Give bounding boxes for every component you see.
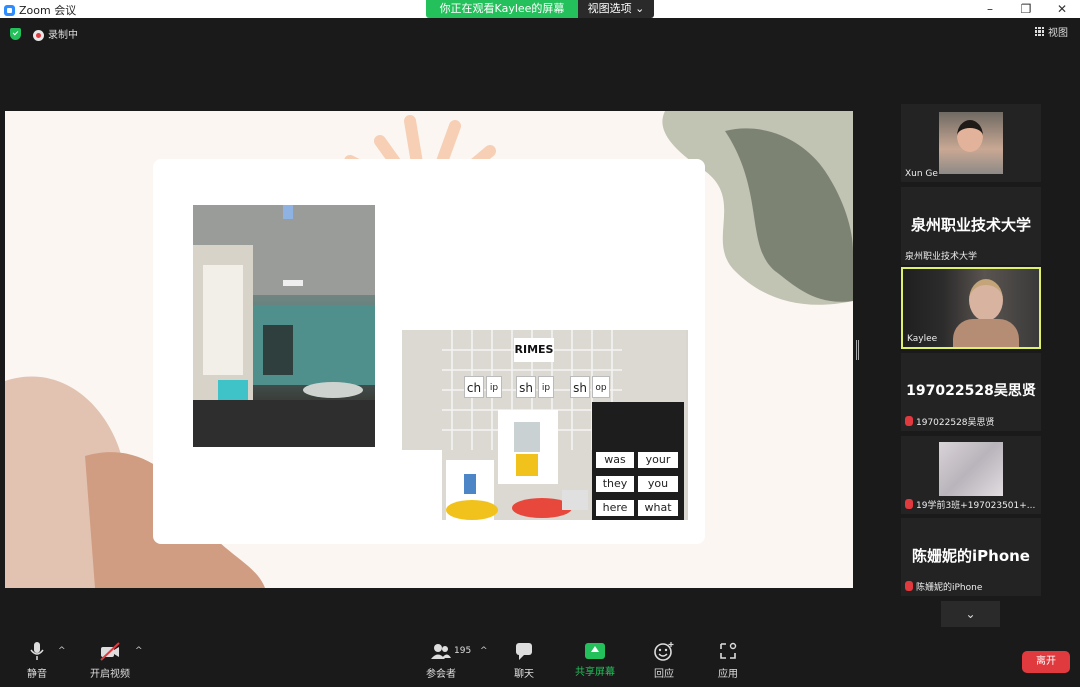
- chat-button[interactable]: 聊天: [512, 640, 536, 680]
- view-button[interactable]: 视图: [1035, 24, 1068, 39]
- participant-display-name: 陈姗妮的iPhone: [912, 547, 1030, 565]
- sight-word-card: your: [638, 452, 678, 468]
- maximize-button[interactable]: ❐: [1008, 0, 1044, 18]
- participant-tile[interactable]: 泉州职业技术大学 泉州职业技术大学: [901, 187, 1041, 265]
- chat-icon: [516, 643, 532, 660]
- pocket-chart: was your they you here what: [592, 402, 684, 520]
- participant-tile-xun-ge[interactable]: Xun Ge: [901, 104, 1041, 182]
- rime-card: ch: [464, 376, 484, 398]
- view-options-button[interactable]: 视图选项 ⌄: [578, 0, 654, 18]
- recording-label: 录制中: [48, 30, 78, 41]
- classroom-illustration: [193, 205, 375, 447]
- reactions-label: 回应: [654, 669, 674, 680]
- participant-tile[interactable]: 197022528吴思贤 197022528吴思贤: [901, 353, 1041, 431]
- sight-word-card: was: [596, 452, 634, 468]
- more-participants-button[interactable]: ⌄: [941, 601, 1000, 627]
- participant-count: 195: [454, 646, 472, 656]
- participants-label: 参会者: [426, 669, 456, 680]
- participants-icon: [431, 644, 451, 659]
- video-feed: [939, 442, 1003, 496]
- participant-display-name: 197022528吴思贤: [906, 383, 1036, 399]
- rime-card: sh: [516, 376, 536, 398]
- rimes-sign: RIMES: [514, 338, 554, 362]
- participant-name: 泉州职业技术大学: [905, 252, 978, 262]
- sight-word-card: you: [638, 476, 678, 492]
- viewing-share-label: 你正在观看Kaylee的屏幕: [426, 0, 578, 18]
- minimize-button[interactable]: –: [972, 0, 1008, 18]
- participant-tile-kaylee[interactable]: Kaylee: [901, 267, 1041, 349]
- apps-icon: [720, 642, 737, 659]
- leave-meeting-button[interactable]: 离开: [1022, 651, 1070, 673]
- sight-word-card: what: [638, 500, 678, 516]
- apps-label: 应用: [718, 669, 738, 680]
- participants-button[interactable]: 参会者: [424, 640, 458, 680]
- muted-mic-icon: [905, 416, 913, 426]
- video-off-icon: [100, 642, 120, 661]
- video-options-caret[interactable]: ^: [135, 646, 143, 656]
- panel-resize-handle[interactable]: [856, 340, 859, 360]
- muted-mic-icon: [905, 499, 913, 509]
- meeting-toolbar: 静音 ^ 开启视频 ^ 参会者 195 ^ 聊天 共享屏幕 回应 应用: [0, 636, 1080, 687]
- start-video-label: 开启视频: [90, 669, 130, 680]
- participant-name-row: 19学前3班+197023501+...: [905, 498, 1035, 511]
- participant-name-row: 197022528吴思贤: [905, 415, 995, 428]
- participant-name: Kaylee: [907, 334, 938, 344]
- security-shield-icon[interactable]: [10, 27, 21, 40]
- avatar-face: [957, 120, 983, 152]
- participant-name: 陈姗妮的iPhone: [916, 583, 983, 593]
- participant-tile[interactable]: 陈姗妮的iPhone 陈姗妮的iPhone: [901, 518, 1041, 596]
- close-button[interactable]: ✕: [1044, 0, 1080, 18]
- share-screen-icon: [585, 643, 605, 659]
- reaction-smiley-icon: [654, 642, 674, 661]
- mute-button[interactable]: 静音: [22, 640, 52, 680]
- screen-share-banner: 你正在观看Kaylee的屏幕 视图选项 ⌄: [426, 0, 654, 18]
- rime-card: op: [592, 376, 610, 398]
- rimes-board-photo: RIMES ch ip sh ip sh op was your they yo…: [402, 330, 688, 520]
- avatar-face: [969, 279, 1003, 321]
- record-icon: [33, 29, 44, 41]
- recording-indicator[interactable]: 录制中: [33, 26, 78, 41]
- sight-word-card: here: [596, 500, 634, 516]
- sight-word-card: they: [596, 476, 634, 492]
- participants-options-caret[interactable]: ^: [480, 646, 488, 656]
- meeting-status: 录制中: [10, 26, 78, 41]
- mute-label: 静音: [27, 669, 47, 680]
- rime-card: sh: [570, 376, 590, 398]
- reactions-button[interactable]: 回应: [652, 640, 676, 680]
- muted-mic-icon: [905, 581, 913, 591]
- classroom-photo: [193, 205, 375, 447]
- start-video-button[interactable]: 开启视频: [88, 640, 132, 680]
- avatar-shoulders: [953, 319, 1019, 347]
- window-title: Zoom 会议: [19, 4, 77, 17]
- chat-label: 聊天: [514, 669, 534, 680]
- participant-tile[interactable]: 19学前3班+197023501+...: [901, 436, 1041, 514]
- audio-options-caret[interactable]: ^: [58, 646, 66, 656]
- share-screen-button[interactable]: 共享屏幕: [572, 640, 618, 678]
- participant-name: 19学前3班+197023501+...: [916, 501, 1036, 511]
- window-controls: – ❐ ✕: [972, 0, 1080, 18]
- participant-name-row: 陈姗妮的iPhone: [905, 580, 982, 593]
- zoom-logo-icon: [4, 4, 15, 16]
- participant-name: Xun Ge: [905, 169, 938, 179]
- grid-view-icon: [1035, 27, 1044, 36]
- view-button-label: 视图: [1048, 28, 1068, 39]
- participant-display-name: 泉州职业技术大学: [910, 216, 1031, 234]
- microphone-icon: [30, 642, 44, 660]
- rime-card: ip: [538, 376, 554, 398]
- app-title: Zoom 会议: [4, 2, 76, 18]
- apps-button[interactable]: 应用: [716, 640, 740, 680]
- rime-card: ip: [486, 376, 502, 398]
- participant-name: 197022528吴思贤: [916, 418, 995, 428]
- share-screen-label: 共享屏幕: [575, 667, 615, 678]
